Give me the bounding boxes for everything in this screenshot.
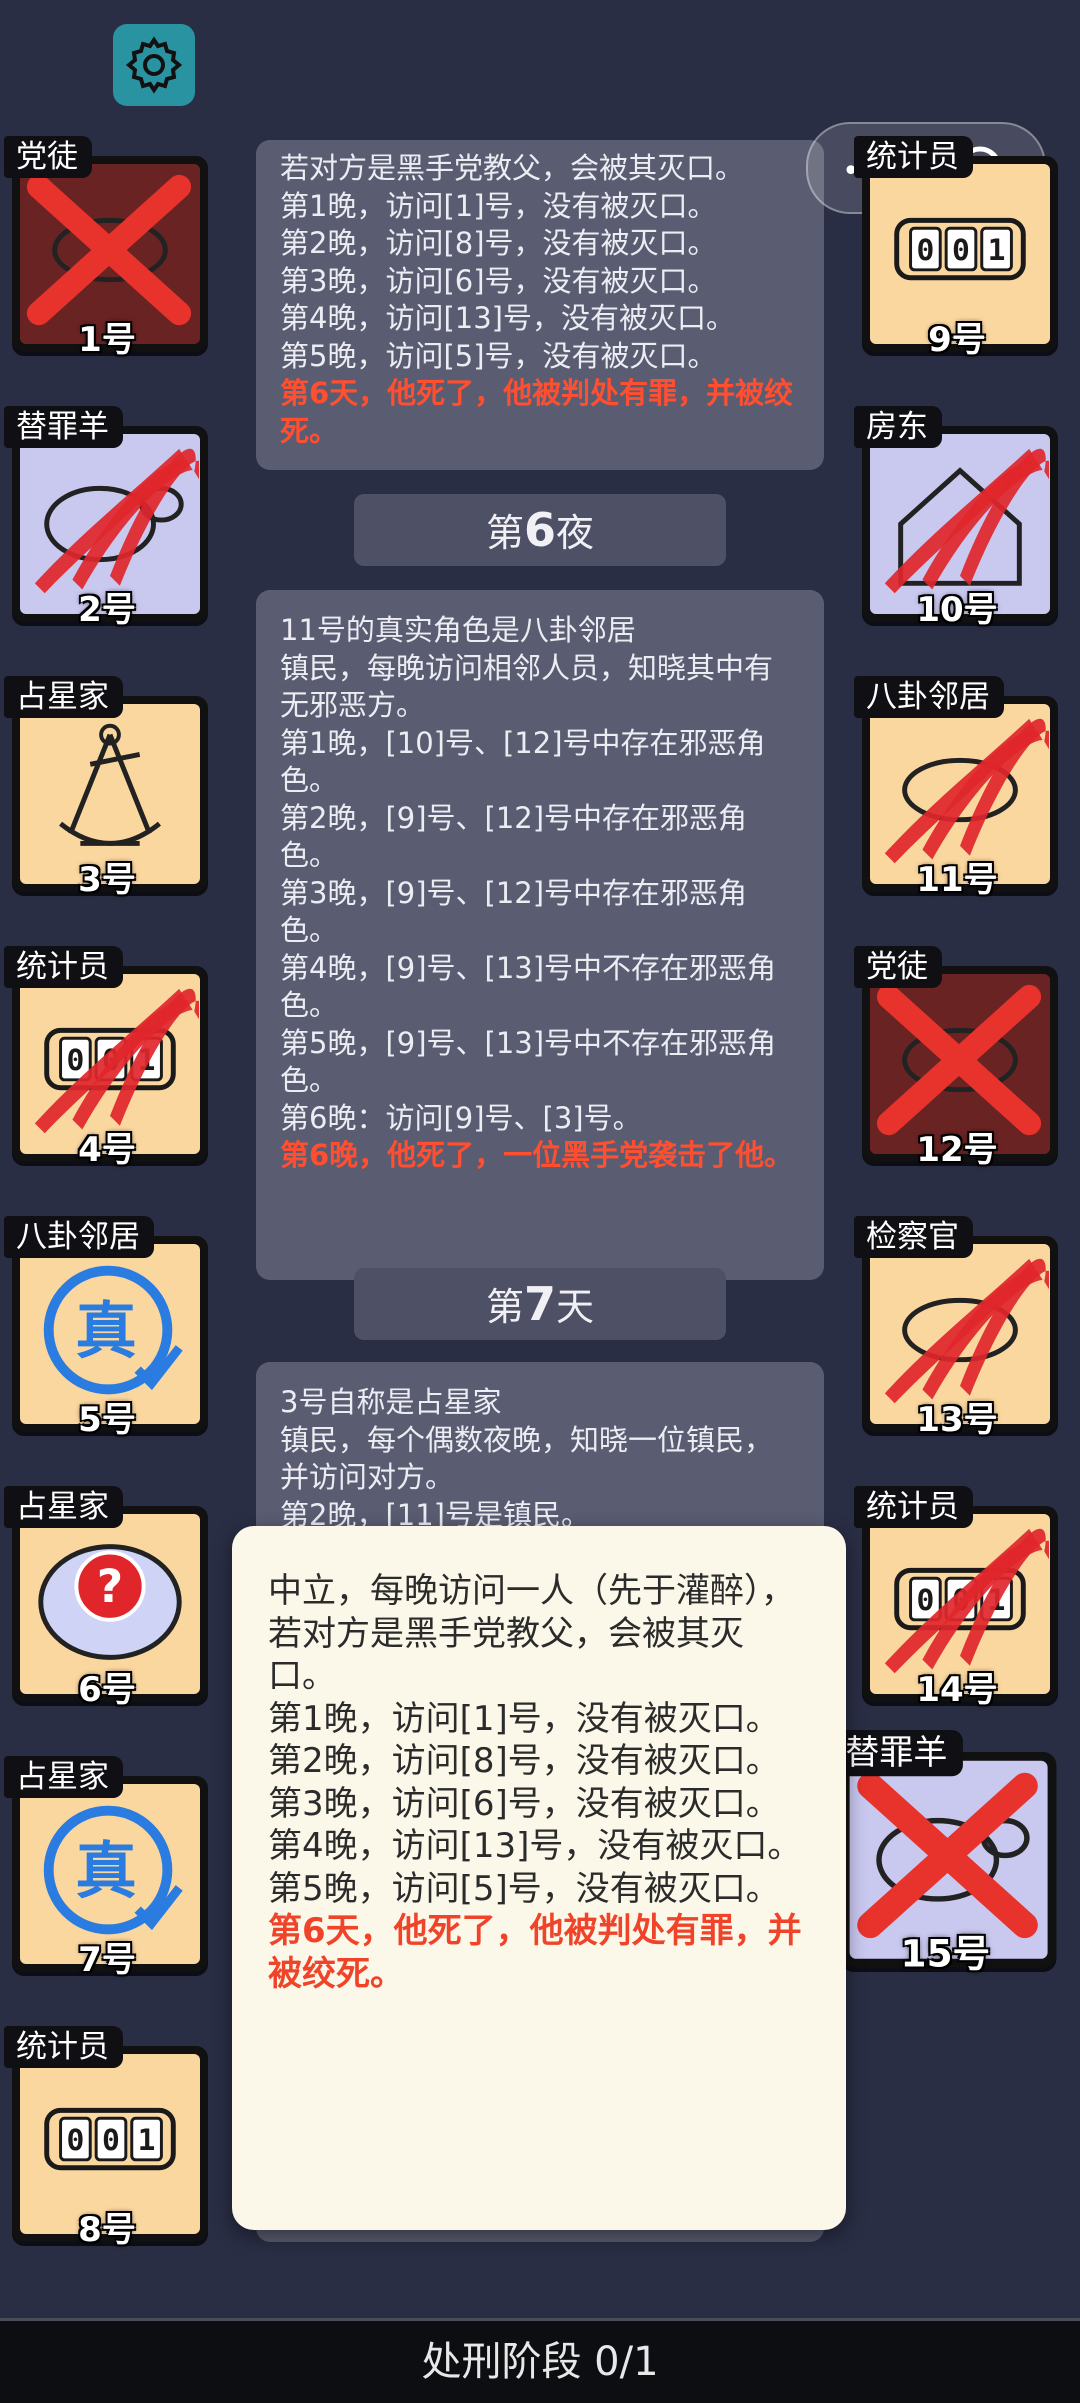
log-entry: 11号的真实角色是八卦邻居 镇民，每晚访问相邻人员，知晓其中有无邪恶方。 第1晚，[… xyxy=(256,590,824,1280)
player-seat[interactable]: 八卦邻居 11号 xyxy=(854,676,1060,906)
log-line: 第4晚，访问[13]号，没有被灭口。 xyxy=(268,1826,802,1866)
svg-text:0: 0 xyxy=(916,1582,934,1617)
night-6-header: 第6夜 xyxy=(354,494,726,566)
player-role-label: 统计员 xyxy=(854,136,973,178)
player-role-label: 八卦邻居 xyxy=(4,1216,154,1258)
player-seat[interactable]: 0 0 1 统计员 9号 xyxy=(854,136,1060,366)
player-role-label: 党徒 xyxy=(4,136,92,178)
svg-text:0: 0 xyxy=(66,1042,84,1077)
player-seat[interactable]: 001统计员14号 xyxy=(854,1486,1060,1716)
execution-phase-bar: 处刑阶段 0/1 xyxy=(0,2318,1080,2403)
player-role-label: 替罪羊 xyxy=(832,1730,963,1777)
svg-text:0: 0 xyxy=(102,2122,120,2157)
log-line: 第4晚，访问[13]号，没有被灭口。 xyxy=(280,301,735,335)
player-number: 2号 xyxy=(78,590,136,630)
player-role-label: 房东 xyxy=(854,406,942,448)
player-number: 7号 xyxy=(78,1940,136,1980)
player-seat[interactable]: 替罪羊 2号 xyxy=(4,406,210,636)
player-number: 6号 xyxy=(78,1670,136,1710)
log-line: 第1晚，访问[1]号，没有被灭口。 xyxy=(280,188,717,223)
log-line: 镇民，每晚访问相邻人员，知晓其中有无邪恶方。 xyxy=(280,650,774,723)
log-line: 第2晚，[9]号、[12]号中存在邪恶角色。 xyxy=(280,800,748,873)
player-seat[interactable]: 占星家 3号 xyxy=(4,676,210,906)
player-role-label: 八卦邻居 xyxy=(854,676,1004,718)
day-7-header: 第7天 xyxy=(354,1268,726,1340)
player-number: 9号 xyxy=(928,320,986,360)
player-role-label: 统计员 xyxy=(4,946,123,988)
player-number: 3号 xyxy=(78,860,136,900)
player-seat[interactable]: 房东 10号 xyxy=(854,406,1060,636)
player-number: 5号 xyxy=(78,1400,136,1440)
player-seat[interactable]: 真 占星家 7号 xyxy=(4,1756,210,1986)
settings-button[interactable] xyxy=(113,24,195,106)
player-role-label: 统计员 xyxy=(854,1486,973,1528)
player-seat[interactable]: 0 0 1 统计员 8号 xyxy=(4,2026,210,2256)
death-note: 第6天，他死了，他被判处有罪，并被绞死。 xyxy=(268,1911,802,1994)
log-line: 第3晚，访问[6]号，没有被灭口。 xyxy=(268,1783,780,1824)
player-number: 11号 xyxy=(916,860,998,900)
svg-text:?: ? xyxy=(97,1560,123,1613)
player-seat[interactable]: ? 占星家 6号 xyxy=(4,1486,210,1716)
player-number: 13号 xyxy=(916,1400,998,1440)
svg-text:真: 真 xyxy=(75,1296,136,1367)
player-seat[interactable]: 党徒 1号 xyxy=(4,136,210,366)
svg-text:0: 0 xyxy=(916,232,934,267)
player-number: 15号 xyxy=(900,1932,991,1977)
player-number: 12号 xyxy=(916,1130,998,1170)
svg-text:0: 0 xyxy=(66,2122,84,2157)
log-line: 中立，每晚访问一人（先于灌醉），若对方是黑手党教父，会被其灭口。 xyxy=(268,1571,795,1696)
log-line: 第4晚，[9]号、[13]号中不存在邪恶角色。 xyxy=(280,950,777,1023)
death-note: 第6晚，他死了，一位黑手党袭击了他。 xyxy=(280,1138,794,1172)
log-line: 第5晚，访问[5]号，没有被灭口。 xyxy=(268,1868,780,1909)
svg-text:0: 0 xyxy=(952,232,970,267)
player-role-label: 党徒 xyxy=(854,946,942,988)
player-role-label: 替罪羊 xyxy=(4,406,123,448)
player-number: 1号 xyxy=(78,320,136,360)
player-seat[interactable]: 替罪羊 15号 xyxy=(832,1730,1059,1983)
role-detail-popup[interactable]: 中立，每晚访问一人（先于灌醉），若对方是黑手党教父，会被其灭口。 第1晚，访问[1… xyxy=(232,1526,846,2230)
log-line: 第1晚，访问[1]号，没有被灭口。 xyxy=(268,1698,780,1739)
log-entry: 若对方是黑手党教父，会被其灭口。 第1晚，访问[1]号，没有被灭口。 第2晚，访问[… xyxy=(256,140,824,470)
log-line: 第2晚，访问[8]号，没有被灭口。 xyxy=(268,1741,780,1781)
player-role-label: 占星家 xyxy=(4,1756,123,1798)
log-line: 第3晚，[9]号、[12]号中存在邪恶角色。 xyxy=(280,875,748,948)
log-line: 若对方是黑手党教父，会被其灭口。 xyxy=(280,151,745,185)
player-number: 8号 xyxy=(78,2210,136,2250)
log-line: 第5晚，[9]号、[13]号中不存在邪恶角色。 xyxy=(280,1025,777,1098)
gear-icon xyxy=(125,36,183,94)
player-number: 14号 xyxy=(916,1670,998,1710)
player-seat[interactable]: 检察官 13号 xyxy=(854,1216,1060,1446)
player-seat[interactable]: 真 八卦邻居 5号 xyxy=(4,1216,210,1446)
death-note: 第6天，他死了，他被判处有罪，并被绞死。 xyxy=(280,376,794,448)
log-line: 第2晚，访问[8]号，没有被灭口。 xyxy=(280,226,717,260)
svg-text:真: 真 xyxy=(75,1836,136,1907)
log-line: 11号的真实角色是八卦邻居 xyxy=(280,613,636,647)
log-line: 3号自称是占星家 xyxy=(280,1385,502,1419)
player-number: 10号 xyxy=(916,590,998,630)
svg-text:1: 1 xyxy=(988,232,1006,267)
player-role-label: 统计员 xyxy=(4,2026,123,2068)
player-seat[interactable]: 党徒 12号 xyxy=(854,946,1060,1176)
log-line: 第1晚，[10]号、[12]号中存在邪恶角色。 xyxy=(280,725,766,798)
log-line: 第3晚，访问[6]号，没有被灭口。 xyxy=(280,263,717,298)
log-line: 第6晚：访问[9]号、[3]号。 xyxy=(280,1100,642,1135)
log-line: 镇民，每个偶数夜晚，知晓一位镇民，并访问对方。 xyxy=(280,1422,774,1495)
player-role-label: 检察官 xyxy=(854,1216,973,1258)
log-line: 第5晚，访问[5]号，没有被灭口。 xyxy=(280,338,717,373)
player-seat[interactable]: 001统计员4号 xyxy=(4,946,210,1176)
player-number: 4号 xyxy=(78,1130,136,1170)
player-role-label: 占星家 xyxy=(4,676,123,718)
player-role-label: 占星家 xyxy=(4,1486,123,1528)
svg-text:1: 1 xyxy=(138,2122,156,2157)
